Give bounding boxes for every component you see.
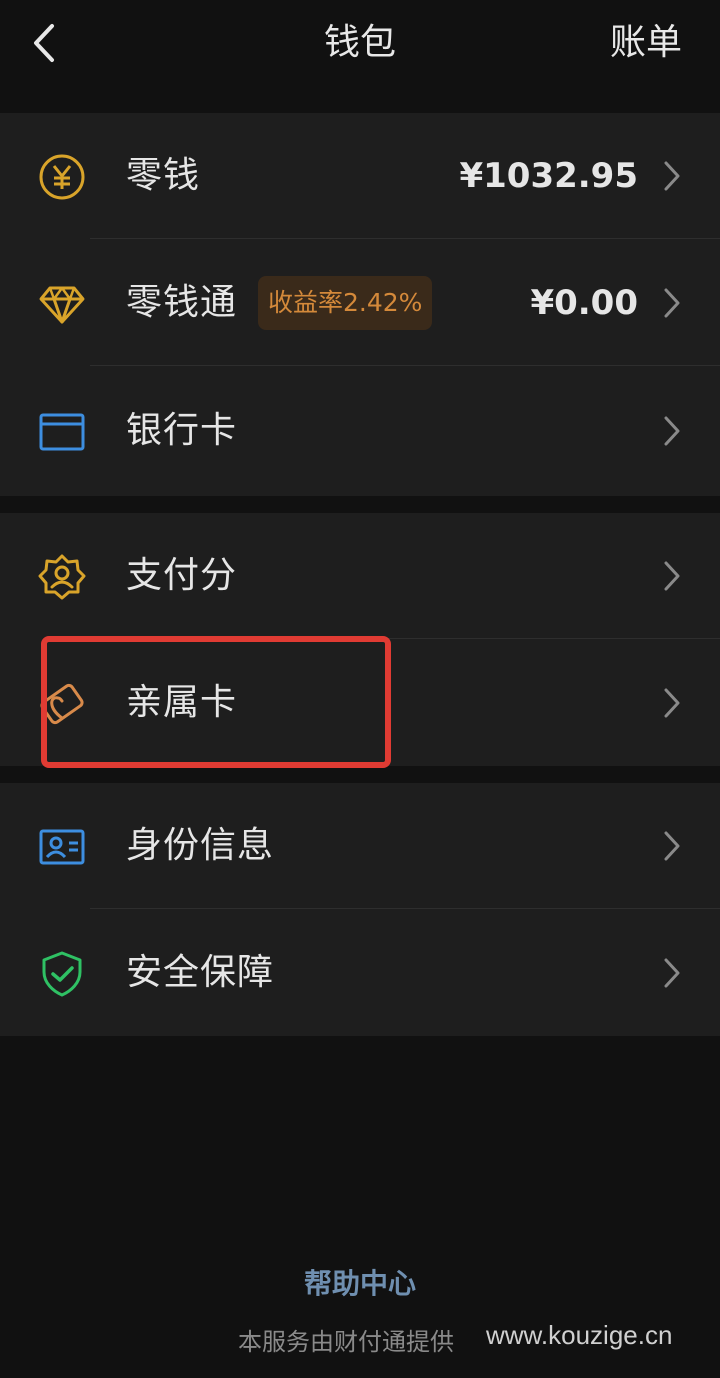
bank-card-label: 银行卡: [126, 410, 238, 451]
pay-score-label: 支付分: [126, 555, 238, 596]
wallet-page: 钱包 账单 零钱 ¥1032.95 零钱通 收益率2.42% ¥0.00 银行卡…: [0, 0, 720, 1378]
chevron-right-icon: [664, 561, 680, 591]
chevron-right-icon: [664, 161, 680, 191]
wallet-balance-group: 零钱 ¥1032.95 零钱通 收益率2.42% ¥0.00 银行卡: [0, 113, 720, 496]
pay-score-badge-icon: [38, 554, 86, 600]
top-nav-bar: 钱包 账单: [0, 0, 720, 88]
shield-check-icon: [42, 951, 82, 997]
highlight-annotation-box: [41, 636, 391, 768]
chevron-right-icon: [664, 831, 680, 861]
security-label: 安全保障: [126, 952, 275, 993]
bank-card-row[interactable]: 银行卡: [0, 368, 720, 494]
identity-label: 身份信息: [126, 825, 275, 866]
chevron-right-icon: [664, 288, 680, 318]
watermark-text: www.kouzige.cn: [486, 1320, 673, 1350]
change-row[interactable]: 零钱 ¥1032.95: [0, 113, 720, 239]
change-plus-row[interactable]: 零钱通 收益率2.42% ¥0.00: [0, 240, 720, 366]
yield-rate-badge: 收益率2.42%: [258, 276, 433, 330]
chevron-right-icon: [664, 688, 680, 718]
identity-row[interactable]: 身份信息: [0, 783, 720, 909]
security-row[interactable]: 安全保障: [0, 910, 720, 1036]
help-center-link[interactable]: 帮助中心: [0, 1262, 720, 1302]
bank-card-icon: [39, 413, 85, 451]
yen-coin-icon: [39, 154, 85, 200]
diamond-icon: [39, 286, 85, 324]
pay-score-row[interactable]: 支付分: [0, 513, 720, 639]
account-group: 身份信息 安全保障: [0, 783, 720, 1036]
row-divider: [90, 908, 720, 909]
row-divider: [90, 365, 720, 366]
change-plus-balance: ¥0.00: [530, 283, 638, 323]
change-plus-label: 零钱通: [126, 282, 238, 323]
change-balance: ¥1032.95: [459, 156, 638, 196]
chevron-right-icon: [664, 958, 680, 988]
chevron-right-icon: [664, 416, 680, 446]
bill-button[interactable]: 账单: [610, 18, 682, 68]
row-divider: [90, 238, 720, 239]
id-card-icon: [39, 829, 85, 865]
provider-note: 本服务由财付通提供: [238, 1328, 454, 1356]
change-label: 零钱: [126, 155, 201, 196]
